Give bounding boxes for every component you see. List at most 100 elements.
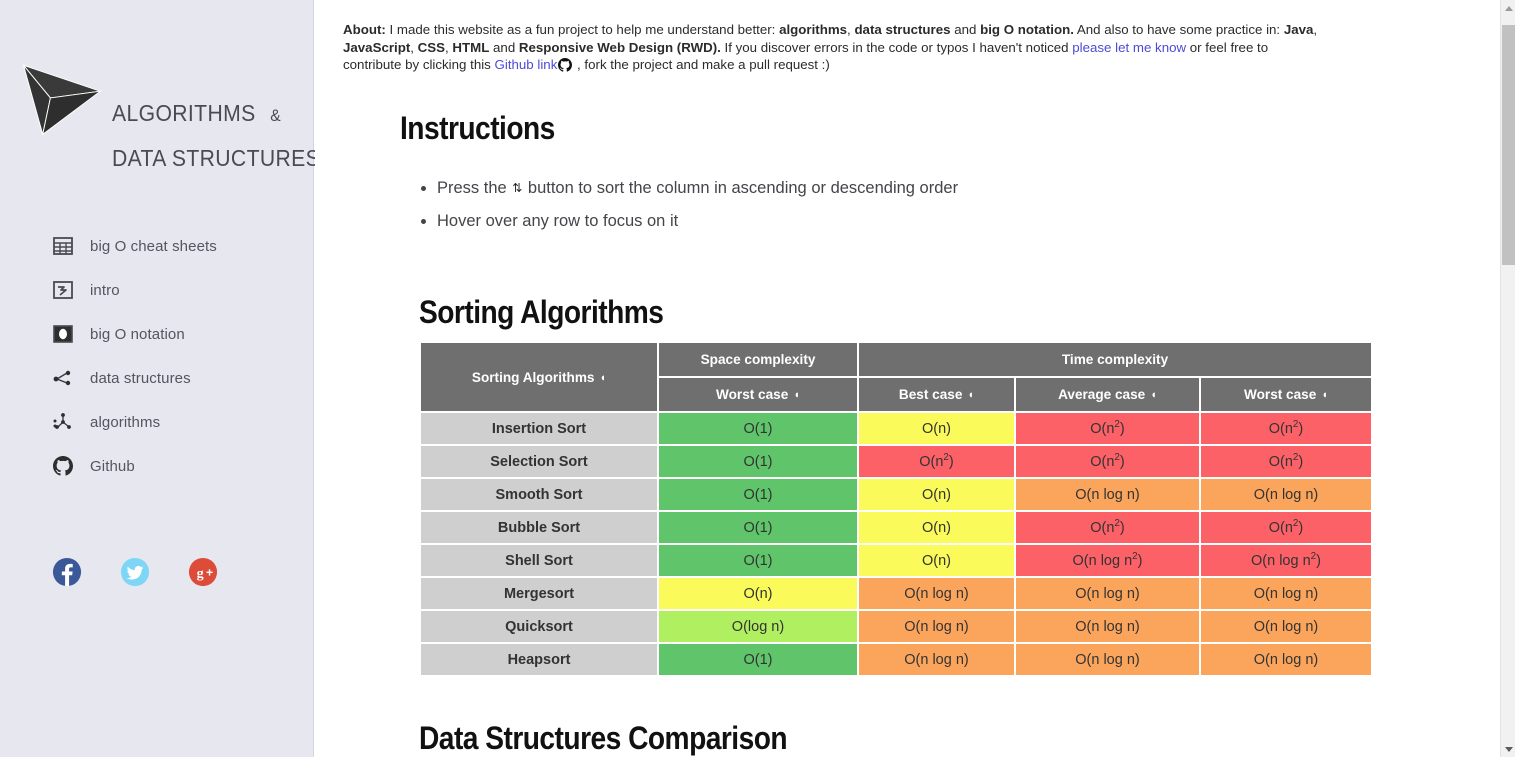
sort-toggle-icon[interactable]: ◖ bbox=[599, 372, 606, 384]
cell-time-worst: O(n2) bbox=[1201, 413, 1371, 444]
header-time-best-case-label: Best case bbox=[898, 387, 963, 402]
instruction-1-pre: Press the bbox=[437, 179, 507, 197]
sidebar-item-algorithms[interactable]: algorithms bbox=[0, 400, 314, 444]
scrollbar-thumb[interactable] bbox=[1502, 25, 1515, 265]
cell-algorithm-name: Selection Sort bbox=[421, 446, 657, 477]
cell-algorithm-name: Quicksort bbox=[421, 611, 657, 642]
cell-space-worst: O(log n) bbox=[659, 611, 857, 642]
header-time-average-case[interactable]: Average case ◖ bbox=[1016, 378, 1199, 411]
scroll-up-arrow-icon[interactable] bbox=[1501, 0, 1515, 16]
table-row[interactable]: Smooth Sort O(1) O(n) O(n log n) O(n log n) bbox=[421, 479, 1371, 510]
sidebar-item-label: data structures bbox=[90, 369, 191, 387]
about-text-2: And also to have some practice in: bbox=[1073, 22, 1284, 38]
header-space-complexity: Space complexity bbox=[659, 343, 857, 376]
cell-time-average: O(n log n) bbox=[1016, 479, 1199, 510]
cell-time-best: O(n) bbox=[859, 479, 1014, 510]
sort-toggle-icon: ⇅ bbox=[512, 181, 523, 195]
big-o-square-icon bbox=[52, 323, 74, 345]
cell-time-best: O(n2) bbox=[859, 446, 1014, 477]
about-bold-data-structures: data structures bbox=[854, 22, 951, 38]
sidebar-item-data-structures[interactable]: data structures bbox=[0, 356, 314, 400]
sort-toggle-icon[interactable]: ◖ bbox=[793, 390, 800, 401]
instruction-item-1: Press the ⇅ button to sort the column in… bbox=[437, 172, 958, 205]
brand[interactable]: ALGORITHMS & DATA STRUCTURES bbox=[0, 42, 320, 171]
cell-space-worst: O(1) bbox=[659, 446, 857, 477]
main-content: About: I made this website as a fun proj… bbox=[315, 0, 1500, 757]
header-time-best-case[interactable]: Best case ◖ bbox=[859, 378, 1014, 411]
sidebar-item-big-o-notation[interactable]: big O notation bbox=[0, 312, 314, 356]
sort-toggle-icon[interactable]: ◖ bbox=[967, 390, 974, 401]
enter-arrow-icon bbox=[52, 279, 74, 301]
cell-space-worst: O(1) bbox=[659, 644, 857, 675]
table-row[interactable]: Bubble Sort O(1) O(n) O(n2) O(n2) bbox=[421, 512, 1371, 543]
sidebar-item-github[interactable]: Github bbox=[0, 444, 314, 488]
cell-time-average: O(n log n) bbox=[1016, 611, 1199, 642]
header-space-worst-case-label: Worst case bbox=[716, 387, 789, 402]
cell-time-worst: O(n log n) bbox=[1201, 479, 1371, 510]
cell-time-best: O(n) bbox=[859, 413, 1014, 444]
header-space-worst-case[interactable]: Worst case ◖ bbox=[659, 378, 857, 411]
scroll-down-arrow-icon[interactable] bbox=[1501, 741, 1515, 757]
sidebar-nav: big O cheat sheets intro big O notation … bbox=[0, 224, 314, 488]
twitter-icon[interactable] bbox=[120, 557, 150, 587]
about-paragraph: About: I made this website as a fun proj… bbox=[343, 21, 1323, 74]
about-text-1: I made this website as a fun project to … bbox=[385, 22, 780, 38]
table-head: Sorting Algorithms ◖ Space complexity Tim… bbox=[421, 343, 1371, 411]
cell-time-average: O(n2) bbox=[1016, 413, 1199, 444]
table-row[interactable]: Quicksort O(log n) O(n log n) O(n log n) O(n… bbox=[421, 611, 1371, 642]
sort-toggle-icon[interactable]: ◖ bbox=[1150, 390, 1157, 401]
about-sep: , bbox=[1313, 22, 1318, 38]
about-text-3: If you discover errors in the code or ty… bbox=[720, 39, 1073, 55]
about-bold-bigo: big O notation. bbox=[980, 22, 1074, 38]
cell-time-worst: O(n log n) bbox=[1201, 611, 1371, 642]
cell-time-average: O(n log n2) bbox=[1016, 545, 1199, 576]
cell-space-worst: O(1) bbox=[659, 545, 857, 576]
header-time-complexity: Time complexity bbox=[859, 343, 1371, 376]
header-sorting-algorithms-label: Sorting Algorithms bbox=[471, 369, 595, 385]
brand-line-1: ALGORITHMS bbox=[112, 100, 256, 126]
github-icon bbox=[52, 455, 74, 477]
sidebar-item-intro[interactable]: intro bbox=[0, 268, 314, 312]
table-row[interactable]: Heapsort O(1) O(n log n) O(n log n) O(n log … bbox=[421, 644, 1371, 675]
node-link-icon bbox=[52, 367, 74, 389]
table-row[interactable]: Insertion Sort O(1) O(n) O(n2) O(n2) bbox=[421, 413, 1371, 444]
sidebar-item-label: big O cheat sheets bbox=[90, 237, 217, 255]
cell-time-worst: O(n log n2) bbox=[1201, 545, 1371, 576]
sidebar-item-label: intro bbox=[90, 281, 120, 299]
cell-time-average: O(n log n) bbox=[1016, 578, 1199, 609]
instruction-1-post: button to sort the column in ascending o… bbox=[527, 179, 959, 197]
table-header-row-groups: Sorting Algorithms ◖ Space complexity Tim… bbox=[421, 343, 1371, 411]
about-bold-algorithms: algorithms bbox=[779, 22, 848, 38]
cell-algorithm-name: Insertion Sort bbox=[421, 413, 657, 444]
svg-text:+: + bbox=[206, 566, 213, 580]
data-structures-heading: Data Structures Comparison bbox=[419, 720, 788, 756]
sidebar-item-big-o-cheat-sheets[interactable]: big O cheat sheets bbox=[0, 224, 314, 268]
about-label: About: bbox=[343, 22, 386, 38]
let-me-know-link[interactable]: please let me know bbox=[1072, 40, 1186, 55]
table-row[interactable]: Shell Sort O(1) O(n) O(n log n2) O(n log n2) bbox=[421, 545, 1371, 576]
cell-time-worst: O(n2) bbox=[1201, 446, 1371, 477]
cell-space-worst: O(1) bbox=[659, 512, 857, 543]
cell-algorithm-name: Smooth Sort bbox=[421, 479, 657, 510]
google-plus-icon[interactable]: g + bbox=[188, 557, 218, 587]
header-time-worst-case[interactable]: Worst case ◖ bbox=[1201, 378, 1371, 411]
github-icon bbox=[558, 58, 573, 73]
header-sorting-algorithms[interactable]: Sorting Algorithms ◖ bbox=[421, 343, 657, 411]
cell-time-best: O(n log n) bbox=[859, 578, 1014, 609]
cell-time-worst: O(n log n) bbox=[1201, 644, 1371, 675]
cell-time-worst: O(n2) bbox=[1201, 512, 1371, 543]
cell-time-best: O(n log n) bbox=[859, 644, 1014, 675]
about-bold-javascript: JavaScript bbox=[343, 39, 411, 55]
facebook-icon[interactable] bbox=[52, 557, 82, 587]
github-link[interactable]: Github link bbox=[495, 57, 558, 72]
brand-line-2: DATA STRUCTURES bbox=[112, 145, 321, 171]
cell-time-best: O(n log n) bbox=[859, 611, 1014, 642]
cell-space-worst: O(1) bbox=[659, 413, 857, 444]
sidebar-item-label: Github bbox=[90, 457, 135, 475]
sort-toggle-icon[interactable]: ◖ bbox=[1321, 390, 1328, 401]
table-row[interactable]: Mergesort O(n) O(n log n) O(n log n) O(n log… bbox=[421, 578, 1371, 609]
vertical-scrollbar[interactable] bbox=[1500, 0, 1515, 757]
table-row[interactable]: Selection Sort O(1) O(n2) O(n2) O(n2) bbox=[421, 446, 1371, 477]
about-sep: and bbox=[950, 22, 981, 38]
social-links: g + bbox=[52, 557, 218, 587]
